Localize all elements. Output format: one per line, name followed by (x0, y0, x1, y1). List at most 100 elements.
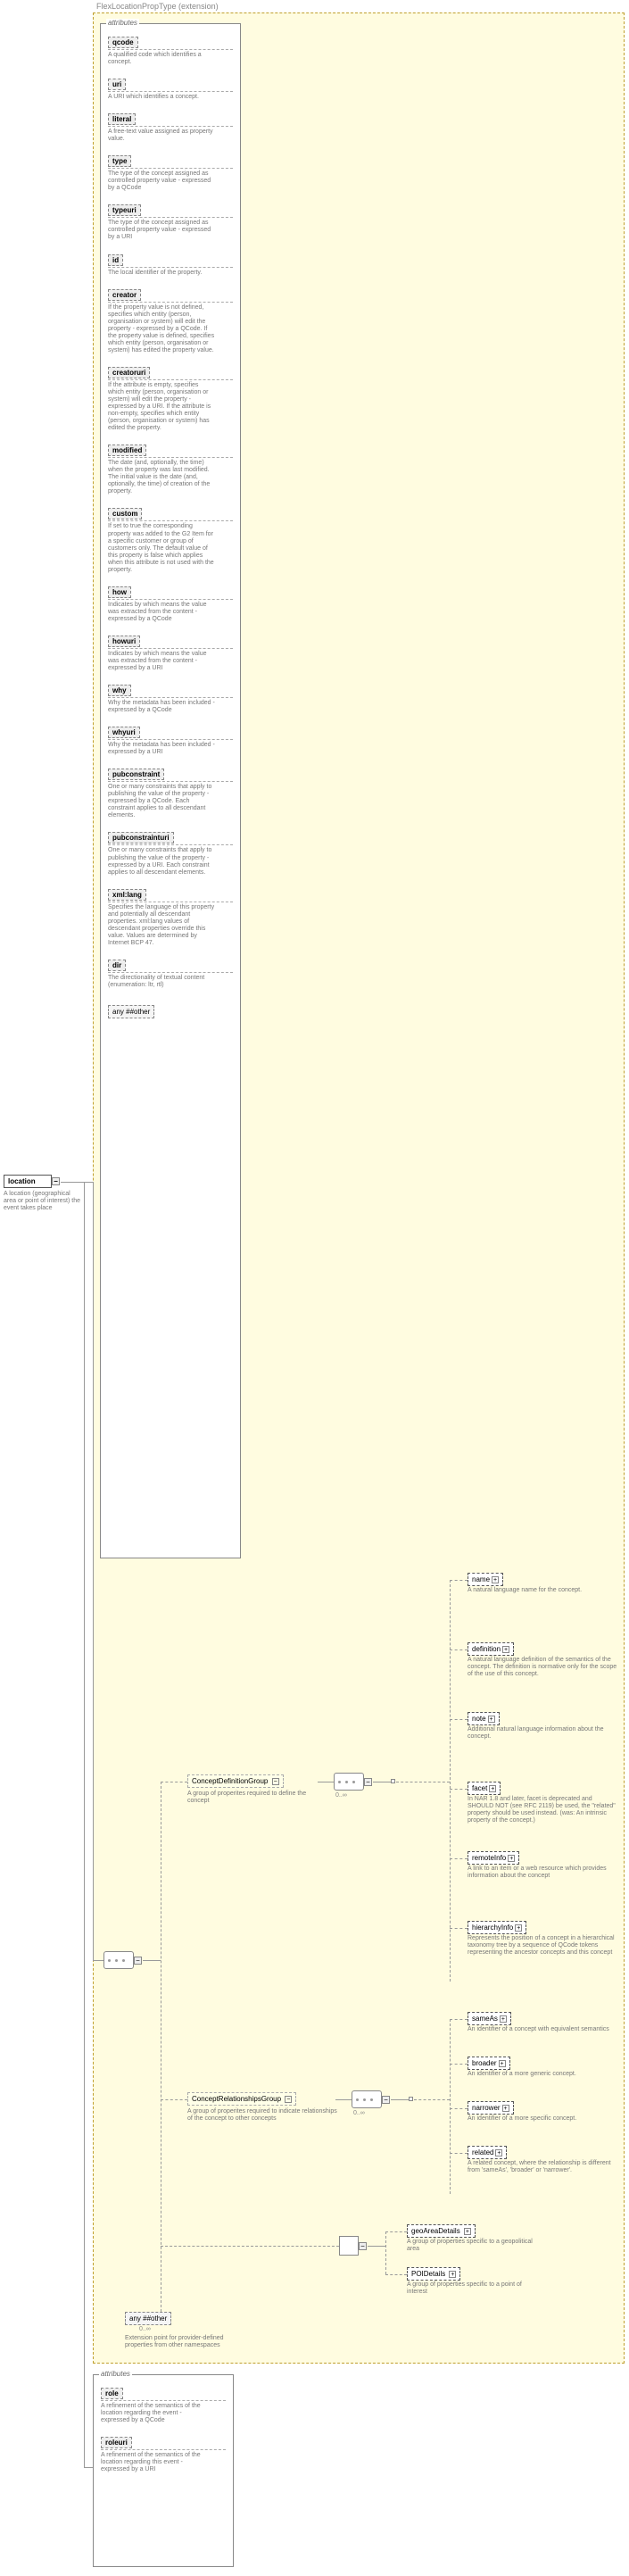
multiplicity-label: 0..∞ (353, 2110, 365, 2116)
multiplicity-label: 0..∞ (139, 2326, 151, 2332)
expand-icon[interactable]: + (495, 2149, 502, 2156)
expand-icon[interactable]: + (500, 2015, 507, 2023)
element-note[interactable]: note+ (468, 1712, 500, 1725)
attribute-name: pubconstraint (108, 769, 164, 780)
element-remoteinfo[interactable]: remoteInfo+ (468, 1851, 519, 1865)
element-desc: An identifier of a more specific concept… (468, 2115, 617, 2123)
expand-icon[interactable]: + (515, 1924, 522, 1932)
separator (108, 168, 233, 169)
connector (335, 2099, 352, 2100)
separator (108, 697, 233, 698)
attribute-desc: The local identifier of the property. (108, 270, 215, 277)
connector (450, 1928, 468, 1929)
element-name[interactable]: name+ (468, 1573, 503, 1586)
connector (450, 2019, 468, 2020)
attribute-item: custom If set to true the corresponding p… (108, 508, 233, 573)
any-element-desc: Extension point for provider-defined pro… (125, 2335, 250, 2349)
expand-icon[interactable]: + (489, 1785, 496, 1792)
sequence-compositor-cdg[interactable]: − (334, 1773, 364, 1791)
attribute-item: dirThe directionality of textual content… (108, 960, 233, 989)
attributes-panel-2: attributes roleA refinement of the seman… (93, 2374, 234, 2567)
separator (108, 972, 233, 973)
connector (61, 1182, 93, 1183)
separator (101, 2449, 226, 2450)
connector (450, 2153, 468, 2154)
element-facet[interactable]: facet+ (468, 1782, 501, 1795)
element-hierarchyinfo[interactable]: hierarchyInfo+ (468, 1921, 526, 1934)
attribute-item: howuriIndicates by which means the value… (108, 636, 233, 672)
group-concept-definition[interactable]: ConceptDefinitionGroup − (187, 1774, 284, 1788)
connector (391, 2099, 409, 2100)
connector (450, 1719, 468, 1720)
expand-icon[interactable]: − (285, 2096, 292, 2103)
expand-icon[interactable]: + (502, 2105, 509, 2112)
choice-compositor[interactable]: − (339, 2236, 359, 2256)
connector (450, 2019, 451, 2194)
connector (450, 2064, 468, 2065)
attribute-item: literalA free-text value assigned as pro… (108, 113, 233, 143)
attribute-item: roleA refinement of the semantics of the… (101, 2388, 226, 2424)
element-desc: A group of properties specific to a geop… (407, 2239, 541, 2253)
element-related[interactable]: related+ (468, 2146, 507, 2159)
attribute-name: custom (108, 508, 142, 519)
attributes-panel-1-title: attributes (106, 19, 139, 27)
attribute-name: howuri (108, 636, 140, 647)
connector-node (409, 2097, 413, 2101)
group-concept-relationships[interactable]: ConceptRelationshipsGroup − (187, 2092, 296, 2106)
attribute-item: howIndicates by which means the value wa… (108, 586, 233, 623)
element-label: definition (472, 1645, 501, 1653)
expand-icon[interactable]: + (502, 1646, 509, 1653)
root-element-location[interactable]: location − (4, 1175, 52, 1188)
expand-icon[interactable]: + (508, 1855, 515, 1862)
connector (414, 2099, 450, 2100)
element-label: POIDetails (411, 2270, 445, 2278)
connector (84, 1182, 85, 2467)
element-broader[interactable]: broader+ (468, 2057, 510, 2070)
attribute-item: creatorIf the property value is not defi… (108, 289, 233, 354)
expand-icon[interactable]: + (464, 2228, 471, 2235)
separator (108, 739, 233, 740)
attribute-name: role (101, 2388, 123, 2399)
element-narrower[interactable]: narrower+ (468, 2101, 514, 2115)
element-geo-area-details[interactable]: geoAreaDetails + (407, 2224, 476, 2238)
element-desc: A link to an item or a web resource whic… (468, 1866, 617, 1880)
expand-icon[interactable]: + (449, 2271, 456, 2278)
expand-icon[interactable]: − (359, 2242, 367, 2250)
separator (108, 599, 233, 600)
attribute-desc: If set to true the corresponding propert… (108, 523, 215, 573)
expand-icon[interactable]: + (492, 1576, 499, 1583)
attribute-item: whyWhy the metadata has been included - … (108, 685, 233, 714)
element-poi-details[interactable]: POIDetails + (407, 2267, 460, 2281)
element-definition[interactable]: definition+ (468, 1642, 514, 1656)
expand-icon[interactable]: − (364, 1778, 372, 1786)
sequence-compositor-crg[interactable]: − (352, 2090, 382, 2108)
expand-icon[interactable]: − (52, 1177, 60, 1185)
element-sameas[interactable]: sameAs+ (468, 2012, 511, 2025)
sequence-compositor-main[interactable]: − (103, 1951, 134, 1969)
attribute-name: xml:lang (108, 889, 146, 901)
extension-type-label: FlexLocationPropType (extension) (96, 2, 219, 11)
element-label: remoteInfo (472, 1854, 506, 1862)
connector (450, 1858, 468, 1859)
element-desc: Represents the position of a concept in … (468, 1935, 617, 1957)
expand-icon[interactable]: + (488, 1716, 495, 1723)
element-label: note (472, 1715, 486, 1723)
connector (385, 2231, 407, 2232)
attribute-name: literal (108, 113, 136, 125)
connector (93, 1182, 94, 1960)
group-label: ConceptDefinitionGroup (192, 1777, 268, 1785)
attribute-desc: One or many constraints that apply to pu… (108, 847, 215, 876)
expand-icon[interactable]: + (499, 2060, 506, 2067)
attribute-name: qcode (108, 37, 138, 48)
attribute-name: roleuri (101, 2437, 132, 2448)
attributes-panel-2-title: attributes (99, 2370, 132, 2378)
expand-icon[interactable]: − (134, 1957, 142, 1965)
attribute-item: pubconstraintOne or many constraints tha… (108, 769, 233, 819)
expand-icon[interactable]: − (272, 1778, 279, 1785)
attribute-name: why (108, 685, 131, 696)
expand-icon[interactable]: − (382, 2096, 390, 2104)
connector (450, 1649, 468, 1650)
attribute-item: typeThe type of the concept assigned as … (108, 155, 233, 192)
attribute-desc: The type of the concept assigned as cont… (108, 220, 215, 241)
element-desc: A related concept, where the relationshi… (468, 2160, 617, 2174)
